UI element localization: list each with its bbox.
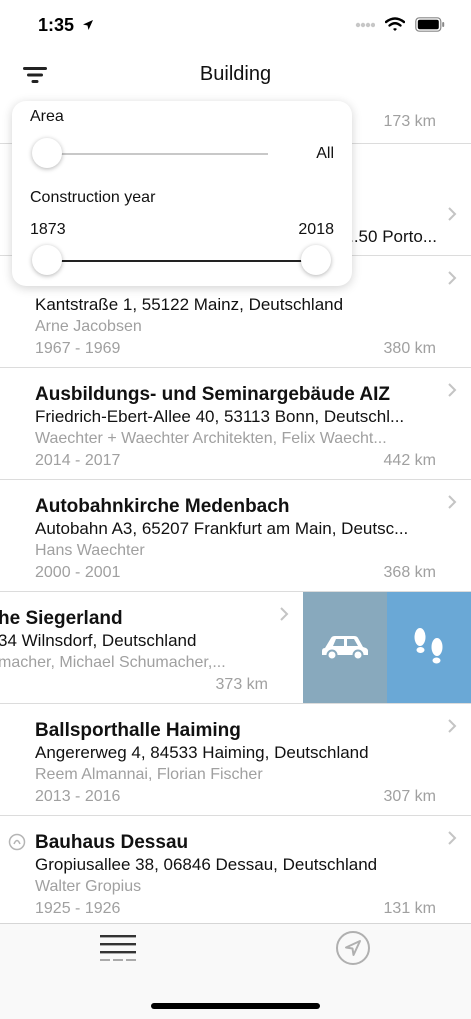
row-architect: Walter Gropius (35, 878, 142, 895)
row-architect: Arne Jacobsen (35, 318, 142, 335)
status-bar: 1:35 (0, 0, 471, 52)
filter-popover: Area All Construction year 1873 2018 (12, 101, 352, 286)
row-architect: Hans Waechter (35, 542, 145, 559)
row-address: Angererweg 4, 84533 Haiming, Deutschland (35, 743, 369, 762)
row-distance: 307 km (383, 788, 436, 805)
row-distance: 173 km (383, 113, 436, 130)
row-address: Gropiusallee 38, 06846 Dessau, Deutschla… (35, 855, 378, 874)
car-directions-button[interactable] (303, 592, 387, 703)
list-item[interactable]: Bauhaus Dessau Gropiusallee 38, 06846 De… (0, 816, 471, 928)
row-address: Friedrich-Ebert-Allee 40, 53113 Bonn, De… (35, 407, 405, 426)
list-item[interactable]: Ballsporthalle Haiming Angererweg 4, 845… (0, 704, 471, 816)
location-services-icon (83, 20, 93, 30)
row-years: 2014 - 2017 (35, 452, 121, 469)
row-title: Ballsporthalle Haiming (35, 720, 241, 741)
chevron-right-icon (448, 383, 457, 397)
page-title: Building (199, 63, 272, 85)
row-architect: Waechter + Waechter Architekten, Felix W… (35, 430, 387, 447)
row-distance: 442 km (383, 452, 436, 469)
visited-badge-icon (8, 833, 26, 851)
row-years: 1967 - 1969 (35, 340, 121, 357)
chevron-right-icon (448, 719, 457, 733)
year-slider-low-thumb[interactable] (32, 245, 62, 275)
row-address: Autobahn A3, 65207 Frankfurt am Main, De… (35, 519, 409, 538)
year-max-value: 2018 (298, 221, 334, 238)
row-title: he Siegerland (0, 608, 123, 629)
row-years: 2000 - 2001 (35, 564, 121, 581)
signal-icon (355, 22, 375, 27)
chevron-right-icon (448, 495, 457, 509)
status-time: 1:35 (38, 15, 75, 35)
construction-year-label: Construction year (30, 189, 156, 206)
row-distance: 380 km (383, 340, 436, 357)
row-distance: 373 km (215, 676, 268, 693)
row-title: Ausbildungs- und Seminargebäude AIZ (35, 384, 391, 405)
battery-icon (415, 17, 445, 32)
row-architect: macher, Michael Schumacher,... (0, 654, 226, 671)
chevron-right-icon (448, 207, 457, 221)
list-item-swiped[interactable]: he Siegerland 34 Wilnsdorf, Deutschland … (0, 592, 471, 704)
row-years: 2013 - 2016 (35, 788, 121, 805)
row-distance: 131 km (383, 900, 436, 917)
area-slider-track[interactable] (47, 153, 268, 155)
row-distance: 368 km (383, 564, 436, 581)
chevron-right-icon (448, 271, 457, 285)
area-label: Area (30, 108, 64, 125)
list-item[interactable]: Autobahnkirche Medenbach Autobahn A3, 65… (0, 480, 471, 592)
year-slider-range (47, 260, 316, 262)
chevron-right-icon (280, 607, 289, 621)
area-slider-thumb[interactable] (32, 138, 62, 168)
chevron-right-icon (448, 831, 457, 845)
year-slider-high-thumb[interactable] (301, 245, 331, 275)
list-icon[interactable] (100, 930, 136, 962)
row-address: Kantstraße 1, 55122 Mainz, Deutschland (35, 295, 344, 314)
navigation-bar: Building (0, 52, 471, 98)
row-years: 1925 - 1926 (35, 900, 121, 917)
row-title: Autobahnkirche Medenbach (35, 496, 290, 517)
home-indicator (151, 1003, 320, 1009)
area-value: All (316, 145, 334, 162)
walking-directions-button[interactable] (387, 592, 471, 703)
footsteps-icon (414, 627, 443, 663)
list-item[interactable]: Ausbildungs- und Seminargebäude AIZ Frie… (0, 368, 471, 480)
wifi-icon (385, 17, 405, 31)
row-address: 34 Wilnsdorf, Deutschland (0, 631, 197, 650)
row-architect: Reem Almannai, Florian Fischer (35, 766, 263, 783)
row-title: Bauhaus Dessau (35, 832, 189, 853)
status-icons (355, 17, 445, 32)
year-min-value: 1873 (30, 221, 66, 238)
car-icon (322, 635, 368, 660)
location-arrow-icon[interactable] (335, 930, 371, 966)
